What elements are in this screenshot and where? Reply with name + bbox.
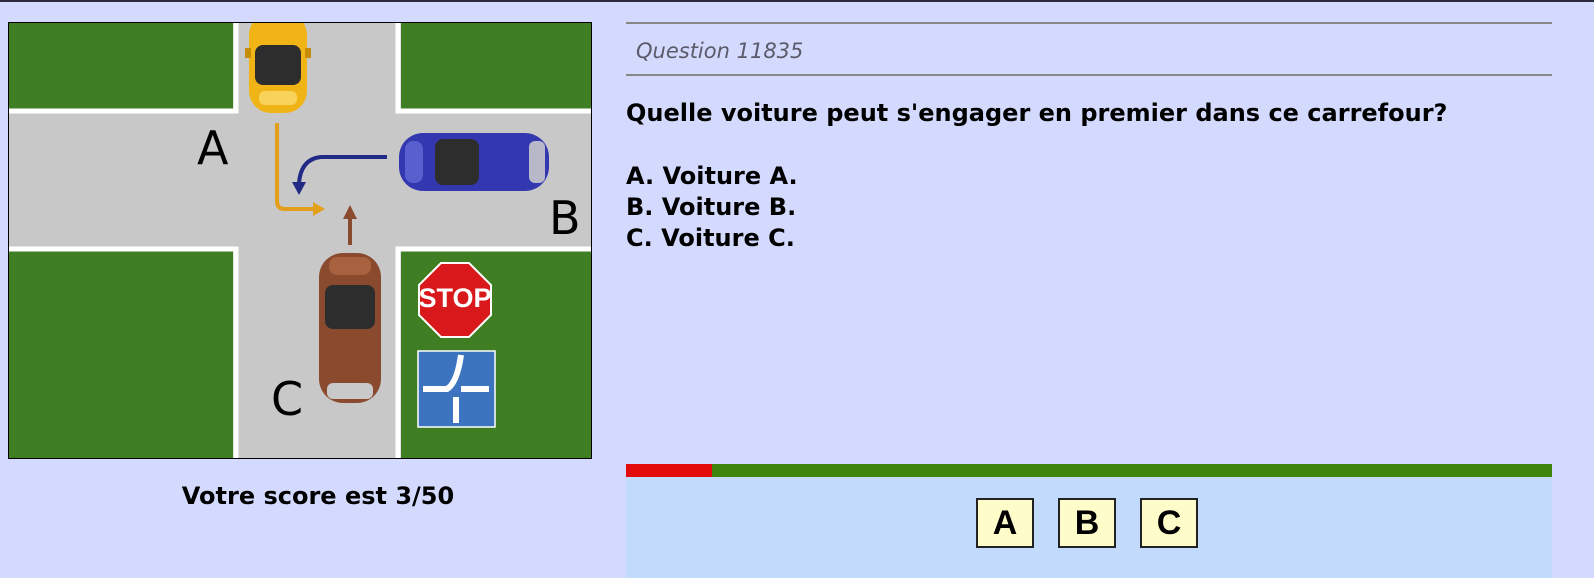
option-c: C. Voiture C. [626,224,795,252]
answer-c-button[interactable]: C [1140,498,1198,548]
stop-sign-text: STOP [418,283,491,313]
priority-road-sign-icon [417,350,496,428]
car-c [319,253,381,403]
answer-bar: A B C [626,477,1552,578]
car-b [399,133,549,191]
car-a-label: A [197,121,229,175]
progress-bar-wrong-fill [626,464,713,477]
car-b-label: B [549,191,581,245]
answer-a-button[interactable]: A [976,498,1034,548]
score-label: Votre score est 3/50 [181,482,455,510]
car-c-label: C [271,372,303,426]
question-header: Question 11835 [626,22,1552,76]
question-number: Question 11835 [636,39,804,63]
car-a [245,23,311,113]
intersection-diagram: STOP A B C [9,23,591,458]
option-a: A. Voiture A. [626,162,798,190]
answer-options: A. Voiture A. B. Voiture B. C. Voiture C… [626,161,798,254]
option-b: B. Voiture B. [626,193,797,221]
question-image: STOP A B C [8,22,592,459]
stop-sign-icon: STOP [418,262,492,338]
question-text: Quelle voiture peut s'engager en premier… [626,99,1448,127]
progress-bar [626,464,1552,477]
answer-b-button[interactable]: B [1058,498,1116,548]
